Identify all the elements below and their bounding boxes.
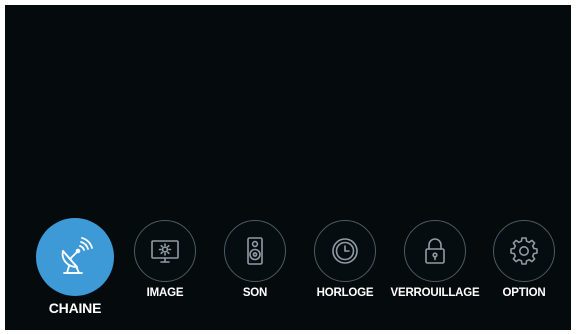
menu-label-horloge: HORLOGE: [316, 287, 374, 299]
verrouillage-circle: [404, 220, 466, 282]
menu-label-son: SON: [242, 287, 268, 299]
menu-label-image: IMAGE: [146, 287, 184, 299]
menu-item-horloge[interactable]: HORLOGE: [295, 215, 395, 315]
lock-icon: [419, 235, 451, 267]
menu-label-chaine: CHAINE: [48, 300, 102, 316]
image-circle: [134, 220, 196, 282]
son-circle: [224, 220, 286, 282]
menu-label-option: OPTION: [502, 287, 546, 299]
menu-item-option[interactable]: OPTION: [474, 215, 571, 315]
monitor-brightness-icon: [149, 235, 181, 267]
clock-icon: [329, 235, 361, 267]
menu-item-chaine[interactable]: CHAINE: [25, 210, 125, 316]
gear-icon: [508, 235, 540, 267]
menu-item-verrouillage[interactable]: VERROUILLAGE: [385, 215, 485, 315]
menu-item-image[interactable]: IMAGE: [115, 215, 215, 315]
menu-label-verrouillage: VERROUILLAGE: [390, 287, 480, 299]
satellite-dish-icon: [53, 235, 97, 279]
horloge-circle: [314, 220, 376, 282]
option-circle: [493, 220, 555, 282]
speaker-icon: [239, 235, 271, 267]
menu-item-son[interactable]: SON: [205, 215, 305, 315]
chaine-highlight-circle: [36, 218, 114, 296]
tv-menu-screen: CHAINE IMAGE SON HORLOGE VERROUILLAGE OP…: [5, 5, 571, 330]
